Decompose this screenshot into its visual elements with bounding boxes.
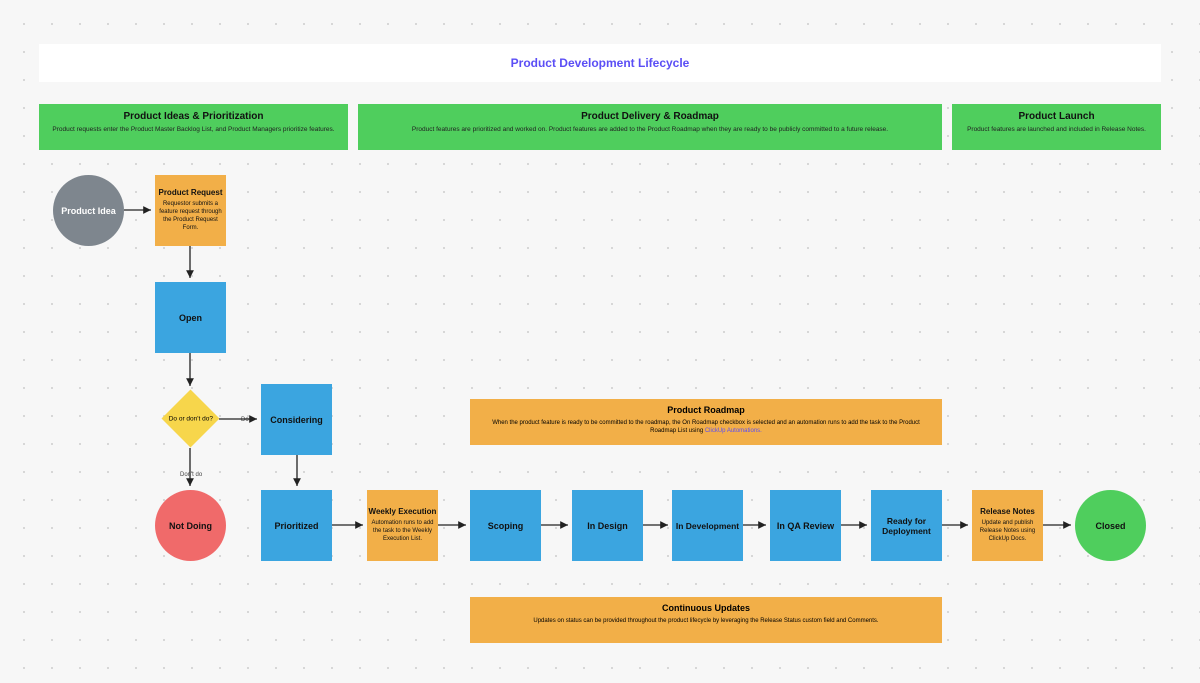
node-label: Weekly Execution — [369, 507, 437, 516]
diagram-title: Product Development Lifecycle — [39, 44, 1161, 82]
edge-label-do: Do — [241, 417, 249, 423]
banner-title: Product Roadmap — [490, 405, 922, 415]
banner-desc: When the product feature is ready to be … — [490, 420, 922, 436]
banner-continuous-updates: Continuous Updates Updates on status can… — [470, 597, 942, 643]
lane-ideas: Product Ideas & Prioritization Product r… — [39, 104, 348, 150]
node-label: Closed — [1095, 521, 1125, 531]
node-label: In QA Review — [777, 521, 834, 531]
node-in-qa-review[interactable]: In QA Review — [770, 490, 841, 561]
node-closed[interactable]: Closed — [1075, 490, 1146, 561]
node-label: In Development — [676, 521, 739, 531]
lane-title: Product Launch — [952, 111, 1161, 122]
node-product-request[interactable]: Product Request Requestor submits a feat… — [155, 175, 226, 246]
node-label: Release Notes — [980, 507, 1035, 516]
node-prioritized[interactable]: Prioritized — [261, 490, 332, 561]
node-desc: Automation runs to add the task to the W… — [371, 520, 435, 543]
node-ready-for-deployment[interactable]: Ready for Deployment — [871, 490, 942, 561]
node-not-doing[interactable]: Not Doing — [155, 490, 226, 561]
lane-title: Product Ideas & Prioritization — [39, 111, 348, 122]
node-label: Ready for Deployment — [871, 516, 942, 536]
node-label: Not Doing — [169, 521, 212, 531]
banner-title: Continuous Updates — [490, 603, 922, 613]
banner-product-roadmap: Product Roadmap When the product feature… — [470, 399, 942, 445]
node-label: Prioritized — [274, 521, 318, 531]
lane-subtitle: Product features are launched and includ… — [952, 126, 1161, 133]
banner-desc: Updates on status can be provided throug… — [490, 618, 922, 626]
lane-launch: Product Launch Product features are laun… — [952, 104, 1161, 150]
node-label: In Design — [587, 521, 628, 531]
node-label: Open — [179, 313, 202, 323]
node-scoping[interactable]: Scoping — [470, 490, 541, 561]
lane-subtitle: Product features are prioritized and wor… — [358, 126, 942, 133]
node-label: Do or don't do? — [166, 415, 216, 422]
node-desc: Update and publish Release Notes using C… — [976, 520, 1040, 543]
node-product-idea[interactable]: Product Idea — [53, 175, 124, 246]
lane-delivery: Product Delivery & Roadmap Product featu… — [358, 104, 942, 150]
node-label: Product Request — [158, 188, 222, 197]
node-label: Considering — [270, 415, 323, 425]
node-considering[interactable]: Considering — [261, 384, 332, 455]
node-label: Product Idea — [61, 206, 116, 216]
node-label: Scoping — [488, 521, 524, 531]
node-weekly-execution[interactable]: Weekly Execution Automation runs to add … — [367, 490, 438, 561]
node-open[interactable]: Open — [155, 282, 226, 353]
node-in-development[interactable]: In Development — [672, 490, 743, 561]
node-in-design[interactable]: In Design — [572, 490, 643, 561]
node-desc: Requestor submits a feature request thro… — [159, 201, 223, 232]
edge-label-dont-do: Don't do — [180, 472, 202, 478]
lane-title: Product Delivery & Roadmap — [358, 111, 942, 122]
node-release-notes[interactable]: Release Notes Update and publish Release… — [972, 490, 1043, 561]
lane-subtitle: Product requests enter the Product Maste… — [39, 126, 348, 133]
